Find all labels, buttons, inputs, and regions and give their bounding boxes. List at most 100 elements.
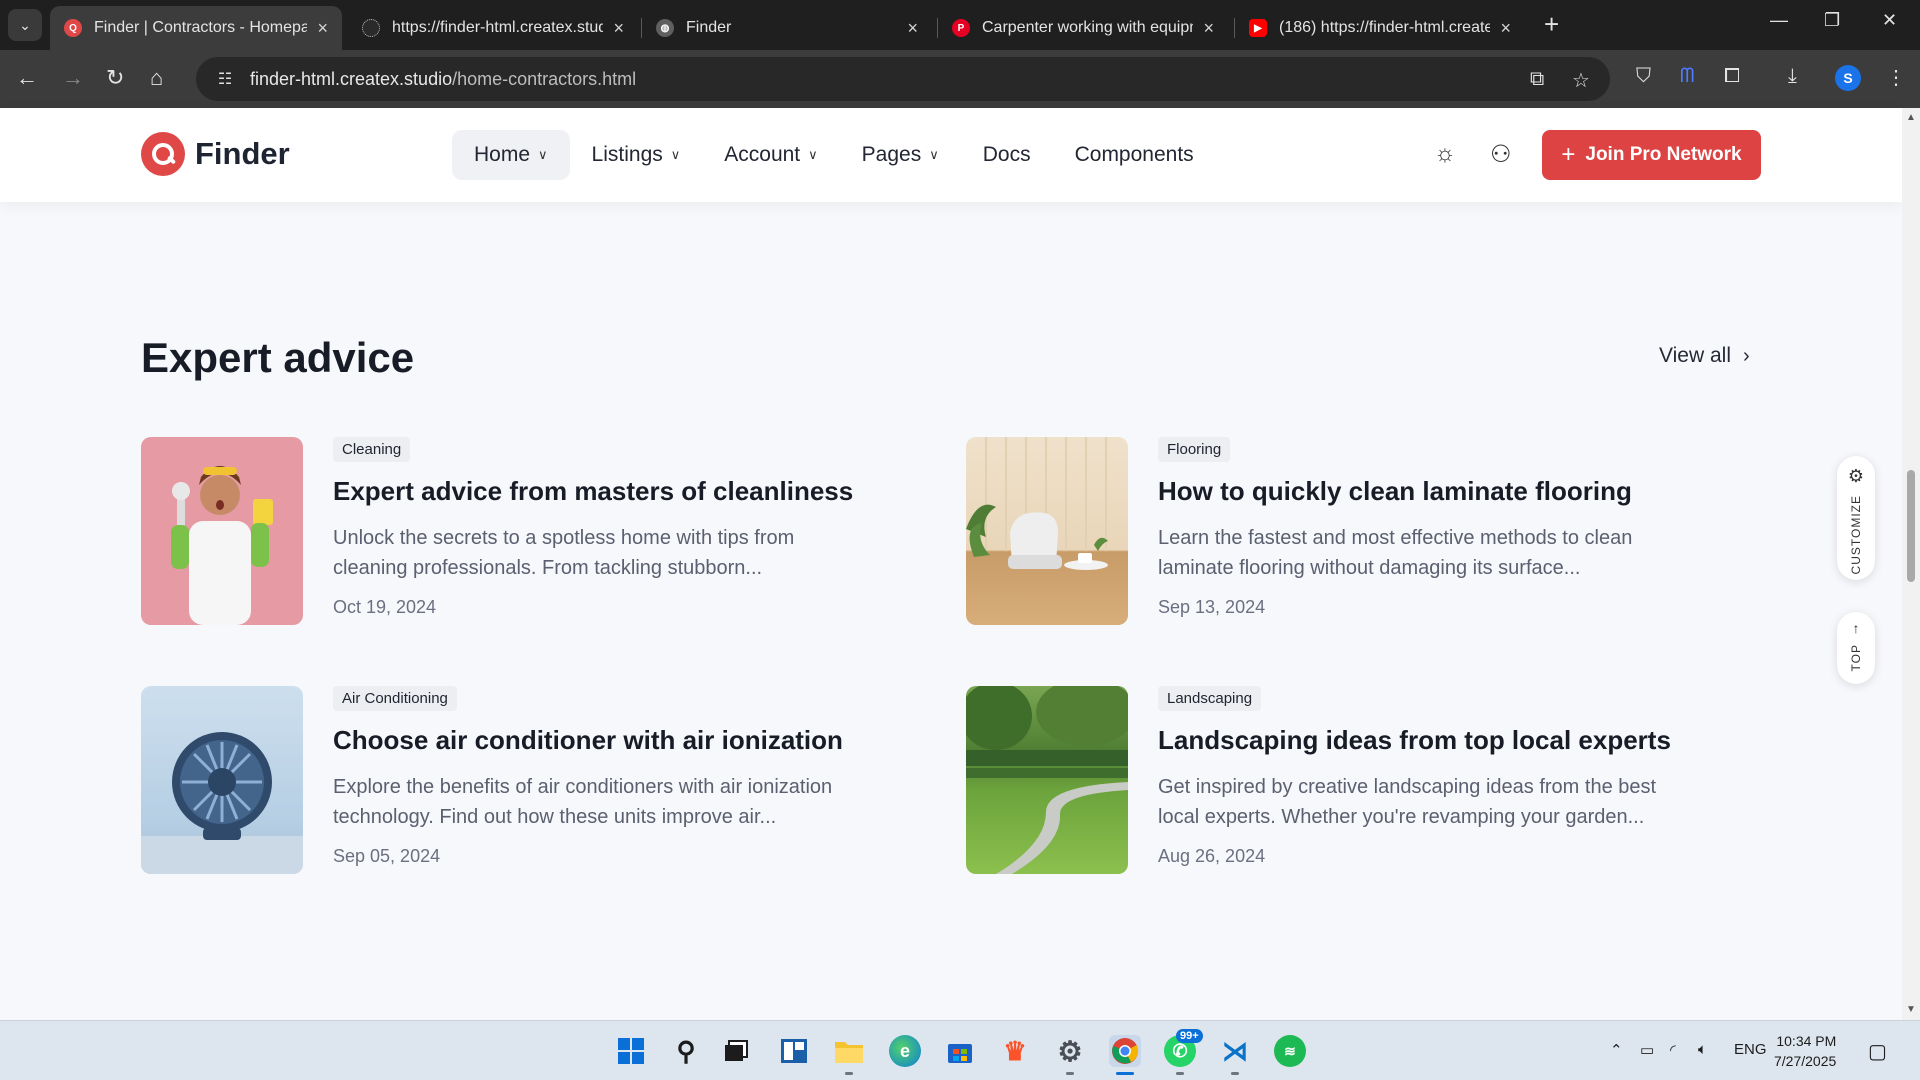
search-icon[interactable]: ⚲ xyxy=(670,1035,702,1067)
more-menu-icon[interactable]: ⋮ xyxy=(1886,65,1906,90)
bookmark-star-icon[interactable]: ☆ xyxy=(1572,68,1590,93)
article-card-cleaning[interactable]: Cleaning Expert advice from masters of c… xyxy=(141,437,921,625)
restore-icon[interactable]: ❐ xyxy=(1824,10,1840,31)
url-path: /home-contractors.html xyxy=(452,68,637,89)
site-header: Finder Home ∨ Listings ∨ Account ∨ Pages… xyxy=(0,108,1902,202)
language-indicator[interactable]: ENG xyxy=(1734,1041,1767,1058)
article-image-landscaping[interactable] xyxy=(966,686,1128,874)
close-tab-icon[interactable]: × xyxy=(1203,18,1214,39)
vscode-icon[interactable]: ⋊ xyxy=(1219,1035,1251,1067)
back-to-top-button[interactable]: ↑ TOP xyxy=(1837,612,1875,684)
nav-pages[interactable]: Pages ∨ xyxy=(840,130,961,180)
theme-sun-icon[interactable]: ☼ xyxy=(1434,140,1456,168)
battery-icon[interactable]: ▭ xyxy=(1640,1041,1654,1059)
article-title[interactable]: Landscaping ideas from top local experts xyxy=(1158,725,1738,756)
edge-browser-icon[interactable]: e xyxy=(889,1035,921,1067)
chevron-right-icon: › xyxy=(1742,344,1750,367)
tab-finder[interactable]: ◍ Finder × xyxy=(642,6,932,50)
scroll-thumb[interactable] xyxy=(1907,470,1915,582)
close-tab-icon[interactable]: × xyxy=(317,18,328,39)
chrome-icon[interactable] xyxy=(1109,1035,1141,1067)
article-image-cleaning[interactable] xyxy=(141,437,303,625)
tab-search-button[interactable]: ⌄ xyxy=(8,9,42,41)
notifications-icon[interactable]: ▢ xyxy=(1868,1039,1887,1064)
chevron-down-icon: ∨ xyxy=(670,147,681,162)
nav-docs[interactable]: Docs xyxy=(961,130,1053,180)
tab-createx[interactable]: https://finder-html.createx.stud × xyxy=(348,6,638,50)
join-pro-network-button[interactable]: + Join Pro Network xyxy=(1542,130,1761,180)
system-clock[interactable]: 10:34 PM 7/27/2025 xyxy=(1774,1031,1836,1071)
excerpt-line: cleaning professionals. From tackling st… xyxy=(333,557,763,579)
view-all-label: View all xyxy=(1659,344,1731,367)
nav-home[interactable]: Home ∨ xyxy=(452,130,570,180)
back-arrow-icon[interactable]: ← xyxy=(16,64,38,92)
spotify-icon[interactable]: ≋ xyxy=(1274,1035,1306,1067)
globe-icon: ◍ xyxy=(656,19,674,37)
task-view-icon[interactable] xyxy=(720,1035,752,1067)
widgets-icon[interactable] xyxy=(778,1035,810,1067)
arrow-up-icon: ↑ xyxy=(1852,620,1860,636)
shield-extension-icon[interactable]: ⛉ xyxy=(1636,65,1651,88)
excerpt-line: Explore the benefits of air conditioners… xyxy=(333,776,833,798)
nav-components[interactable]: Components xyxy=(1053,130,1216,180)
running-indicator xyxy=(1066,1072,1074,1075)
brave-browser-icon[interactable]: ♛ xyxy=(999,1035,1031,1067)
windows-taskbar: ⚲ e ♛ ⚙ ✆ 99+ ⋊ ≋ ⌃ ▭ ◜ 🔈︎ ENG 10:34 PM … xyxy=(0,1020,1920,1080)
notification-badge: 99+ xyxy=(1176,1029,1203,1043)
article-title[interactable]: Expert advice from masters of cleanlines… xyxy=(333,476,913,507)
tab-title: Carpenter working with equipm xyxy=(982,19,1194,36)
close-tab-icon[interactable]: × xyxy=(613,18,624,39)
article-date: Aug 26, 2024 xyxy=(1158,846,1266,866)
scroll-down-arrow-icon[interactable]: ▼ xyxy=(1906,1004,1916,1015)
article-card-landscaping[interactable]: Landscaping Landscaping ideas from top l… xyxy=(966,686,1746,874)
install-app-icon[interactable]: ⧉ xyxy=(1530,68,1544,91)
article-card-air-conditioning[interactable]: Air Conditioning Choose air conditioner … xyxy=(141,686,921,874)
wifi-icon[interactable]: ◜ xyxy=(1670,1041,1676,1059)
volume-icon[interactable]: 🔈︎ xyxy=(1698,1041,1707,1058)
forward-arrow-icon[interactable]: → xyxy=(62,64,84,92)
malwarebytes-extension-icon[interactable]: ᗰ xyxy=(1680,65,1694,88)
close-tab-icon[interactable]: × xyxy=(907,18,918,39)
article-title[interactable]: Choose air conditioner with air ionizati… xyxy=(333,725,913,756)
category-badge[interactable]: Landscaping xyxy=(1158,686,1262,711)
article-title[interactable]: How to quickly clean laminate flooring xyxy=(1158,476,1738,507)
new-tab-button[interactable]: + xyxy=(1544,10,1559,38)
windows-start-icon[interactable] xyxy=(615,1035,647,1067)
category-badge[interactable]: Flooring xyxy=(1158,437,1231,462)
nav-label: Pages xyxy=(861,143,922,166)
view-all-link[interactable]: View all › xyxy=(1659,344,1750,368)
minimize-icon[interactable]: — xyxy=(1770,10,1788,31)
chevron-up-icon[interactable]: ⌃ xyxy=(1610,1041,1623,1059)
article-card-flooring[interactable]: Flooring How to quickly clean laminate f… xyxy=(966,437,1746,625)
tab-youtube[interactable]: ▶ (186) https://finder-html.create × xyxy=(1235,6,1525,50)
file-explorer-icon[interactable] xyxy=(833,1035,865,1067)
nav-listings[interactable]: Listings ∨ xyxy=(570,130,703,180)
main-nav: Home ∨ Listings ∨ Account ∨ Pages ∨ Docs… xyxy=(452,130,1216,180)
createx-icon xyxy=(362,19,380,37)
user-account-icon[interactable]: ⚇ xyxy=(1490,140,1512,169)
scroll-up-arrow-icon[interactable]: ▲ xyxy=(1906,112,1916,123)
microsoft-store-icon[interactable] xyxy=(944,1035,976,1067)
page-scrollbar[interactable]: ▲ ▼ xyxy=(1902,108,1920,1020)
article-date: Sep 13, 2024 xyxy=(1158,597,1266,617)
customize-button[interactable]: ⚙ CUSTOMIZE xyxy=(1837,456,1875,580)
article-image-flooring[interactable] xyxy=(966,437,1128,625)
reload-icon[interactable]: ↻ xyxy=(106,64,124,92)
article-image-air-conditioning[interactable] xyxy=(141,686,303,874)
close-tab-icon[interactable]: × xyxy=(1500,18,1511,39)
close-window-icon[interactable]: ✕ xyxy=(1882,10,1897,31)
site-info-icon[interactable]: ☷ xyxy=(214,68,236,90)
extensions-puzzle-icon[interactable]: ⧠ xyxy=(1724,65,1740,88)
settings-gear-icon[interactable]: ⚙ xyxy=(1054,1035,1086,1067)
profile-avatar[interactable]: S xyxy=(1835,65,1861,91)
site-logo[interactable]: Finder xyxy=(141,132,290,176)
home-icon[interactable]: ⌂ xyxy=(150,64,163,92)
excerpt-line: Unlock the secrets to a spotless home wi… xyxy=(333,527,795,549)
category-badge[interactable]: Cleaning xyxy=(333,437,411,462)
nav-account[interactable]: Account ∨ xyxy=(702,130,839,180)
tab-pinterest[interactable]: P Carpenter working with equipm × xyxy=(938,6,1228,50)
tab-finder-contractors[interactable]: Q Finder | Contractors - Homepag × xyxy=(50,6,342,50)
category-badge[interactable]: Air Conditioning xyxy=(333,686,457,711)
download-icon[interactable]: ⤓ xyxy=(1788,65,1797,88)
address-bar[interactable]: ☷ finder-html.createx.studio/home-contra… xyxy=(196,57,1610,101)
